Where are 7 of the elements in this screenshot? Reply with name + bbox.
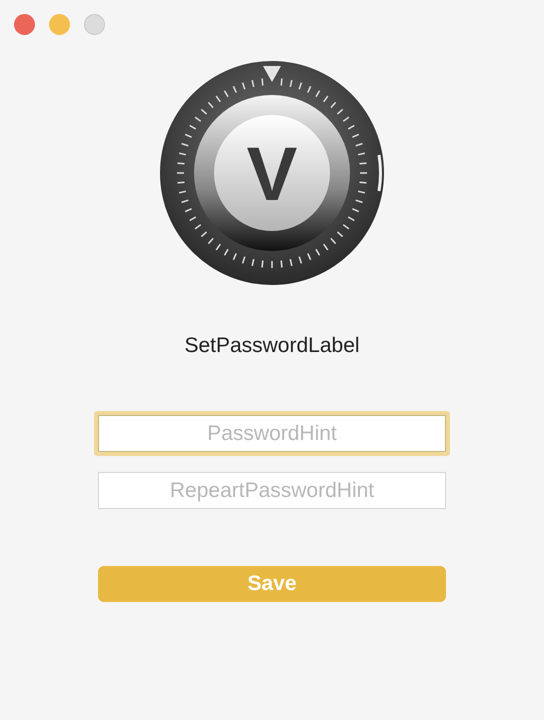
save-button[interactable]: Save (98, 566, 446, 602)
vault-dial-logo: V (159, 60, 385, 286)
minimize-button[interactable] (49, 14, 70, 35)
password-field[interactable]: PasswordHint (98, 415, 446, 452)
title-label: SetPasswordLabel (184, 333, 360, 359)
close-button[interactable] (14, 14, 35, 35)
password-field[interactable]: RepeartPasswordHint (98, 472, 446, 509)
